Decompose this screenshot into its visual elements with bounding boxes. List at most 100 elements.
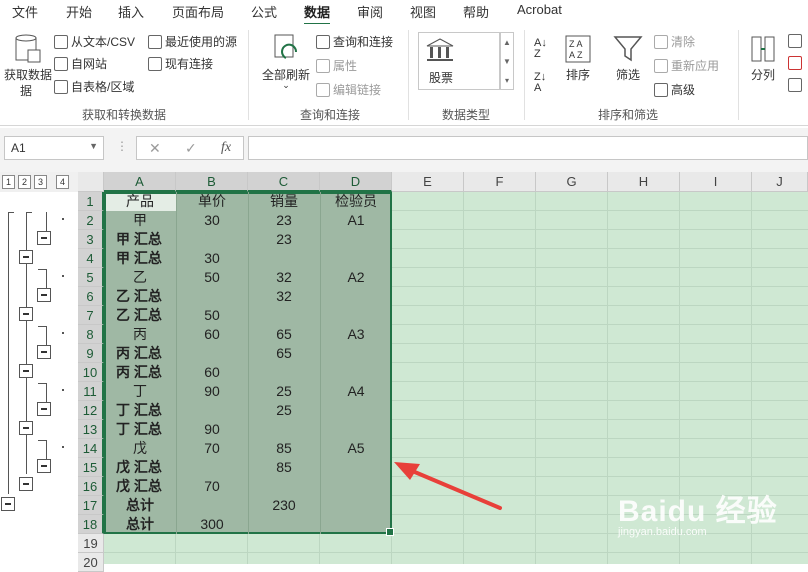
cell-a16[interactable]: 戊 汇总 xyxy=(104,477,176,496)
outline-collapse-button[interactable] xyxy=(19,307,33,321)
cell-b2[interactable]: 30 xyxy=(176,211,248,230)
drag-handle-icon[interactable]: ⋮ xyxy=(116,139,128,153)
chevron-down-icon[interactable]: ▼ xyxy=(89,141,98,151)
cell-a8[interactable]: 丙 xyxy=(104,325,176,344)
outline-collapse-button[interactable] xyxy=(37,345,51,359)
cell-b5[interactable]: 50 xyxy=(176,268,248,287)
cell-b11[interactable]: 90 xyxy=(176,382,248,401)
column-header-f[interactable]: F xyxy=(464,172,536,192)
outline-collapse-button[interactable] xyxy=(19,421,33,435)
cell-c15[interactable]: 85 xyxy=(248,458,320,477)
filter-button[interactable]: 筛选 xyxy=(608,32,648,96)
text-to-columns-button[interactable]: 分列 xyxy=(746,32,780,96)
cell-a6[interactable]: 乙 汇总 xyxy=(104,287,176,306)
chevron-down-icon[interactable]: ▼ xyxy=(501,52,513,71)
cell-c17[interactable]: 230 xyxy=(248,496,320,515)
row-header-1[interactable]: 1 xyxy=(78,192,104,211)
more-icon[interactable]: ▾ xyxy=(501,71,513,90)
from-text-csv-button[interactable]: 从文本/CSV xyxy=(54,33,135,50)
sort-button[interactable]: Z A A Z 排序 xyxy=(560,32,596,96)
outline-collapse-button[interactable] xyxy=(37,459,51,473)
column-header-g[interactable]: G xyxy=(536,172,608,192)
column-header-e[interactable]: E xyxy=(392,172,464,192)
outline-collapse-button[interactable] xyxy=(19,477,33,491)
cancel-icon[interactable]: ✕ xyxy=(149,140,161,157)
column-header-i[interactable]: I xyxy=(680,172,752,192)
advanced-filter-button[interactable]: 高级 xyxy=(654,81,695,98)
column-header-d[interactable]: D xyxy=(320,172,392,192)
row-header-18[interactable]: 18 xyxy=(78,515,104,534)
cell-a11[interactable]: 丁 xyxy=(104,382,176,401)
tab-insert[interactable]: 插入 xyxy=(118,2,144,21)
tab-review[interactable]: 审阅 xyxy=(357,2,383,21)
tab-formulas[interactable]: 公式 xyxy=(251,2,277,21)
cell-a5[interactable]: 乙 xyxy=(104,268,176,287)
flash-fill-button[interactable] xyxy=(788,34,808,98)
cell-c8[interactable]: 65 xyxy=(248,325,320,344)
cell-b8[interactable]: 60 xyxy=(176,325,248,344)
chevron-up-icon[interactable]: ▲ xyxy=(501,33,513,52)
cell-b10[interactable]: 60 xyxy=(176,363,248,382)
refresh-all-button[interactable]: 全部刷新 ⌄ xyxy=(258,30,314,98)
row-header-14[interactable]: 14 xyxy=(78,439,104,458)
cell-b4[interactable]: 30 xyxy=(176,249,248,268)
name-box[interactable]: A1 ▼ xyxy=(4,136,104,160)
row-header-3[interactable]: 3 xyxy=(78,230,104,249)
tab-help[interactable]: 帮助 xyxy=(463,2,489,21)
row-header-9[interactable]: 9 xyxy=(78,344,104,363)
sort-za-button[interactable]: Z↓ A xyxy=(534,72,546,94)
cell-a17[interactable]: 总计 xyxy=(104,496,176,515)
outline-collapse-button[interactable] xyxy=(19,364,33,378)
cell-b7[interactable]: 50 xyxy=(176,306,248,325)
cell-a3[interactable]: 甲 汇总 xyxy=(104,230,176,249)
outline-collapse-button[interactable] xyxy=(19,250,33,264)
select-all-corner[interactable] xyxy=(78,172,104,192)
column-header-j[interactable]: J xyxy=(752,172,808,192)
row-header-2[interactable]: 2 xyxy=(78,211,104,230)
cell-c3[interactable]: 23 xyxy=(248,230,320,249)
tab-page-layout[interactable]: 页面布局 xyxy=(172,2,224,21)
sort-az-button[interactable]: A↓ Z xyxy=(534,38,547,60)
outline-collapse-button[interactable] xyxy=(37,288,51,302)
row-header-4[interactable]: 4 xyxy=(78,249,104,268)
existing-connections-button[interactable]: 现有连接 xyxy=(148,55,213,72)
row-header-5[interactable]: 5 xyxy=(78,268,104,287)
outline-collapse-button[interactable] xyxy=(1,497,15,511)
outline-collapse-button[interactable] xyxy=(37,402,51,416)
cell-a18[interactable]: 总计 xyxy=(104,515,176,534)
cell-b14[interactable]: 70 xyxy=(176,439,248,458)
cell-a14[interactable]: 戊 xyxy=(104,439,176,458)
cell-c6[interactable]: 32 xyxy=(248,287,320,306)
reapply-button[interactable]: 重新应用 xyxy=(654,57,719,74)
data-type-scroll[interactable]: ▲ ▼ ▾ xyxy=(500,32,514,90)
cell-d1[interactable]: 检验员 xyxy=(320,192,392,211)
cell-d5[interactable]: A2 xyxy=(320,268,392,287)
row-header-7[interactable]: 7 xyxy=(78,306,104,325)
outline-collapse-button[interactable] xyxy=(37,231,51,245)
row-header-12[interactable]: 12 xyxy=(78,401,104,420)
cell-d8[interactable]: A3 xyxy=(320,325,392,344)
queries-connections-button[interactable]: 查询和连接 xyxy=(316,33,393,50)
cell-a10[interactable]: 丙 汇总 xyxy=(104,363,176,382)
tab-home[interactable]: 开始 xyxy=(66,2,92,21)
tab-data[interactable]: 数据 xyxy=(304,2,331,25)
edit-links-button[interactable]: 编辑链接 xyxy=(316,81,381,98)
cell-d2[interactable]: A1 xyxy=(320,211,392,230)
tab-file[interactable]: 文件 xyxy=(12,2,38,21)
properties-button[interactable]: 属性 xyxy=(316,57,357,74)
cell-a4[interactable]: 甲 汇总 xyxy=(104,249,176,268)
tab-acrobat[interactable]: Acrobat xyxy=(517,2,562,17)
column-header-a[interactable]: A xyxy=(104,172,176,192)
cell-b1[interactable]: 单价 xyxy=(176,192,248,211)
tab-view[interactable]: 视图 xyxy=(410,2,436,21)
cell-b13[interactable]: 90 xyxy=(176,420,248,439)
row-header-15[interactable]: 15 xyxy=(78,458,104,477)
cell-a1[interactable]: 产品 xyxy=(104,192,176,211)
row-header-8[interactable]: 8 xyxy=(78,325,104,344)
cell-c11[interactable]: 25 xyxy=(248,382,320,401)
column-header-c[interactable]: C xyxy=(248,172,320,192)
row-header-11[interactable]: 11 xyxy=(78,382,104,401)
cell-a9[interactable]: 丙 汇总 xyxy=(104,344,176,363)
outline-level-2-button[interactable]: 2 xyxy=(18,175,31,189)
cell-b16[interactable]: 70 xyxy=(176,477,248,496)
